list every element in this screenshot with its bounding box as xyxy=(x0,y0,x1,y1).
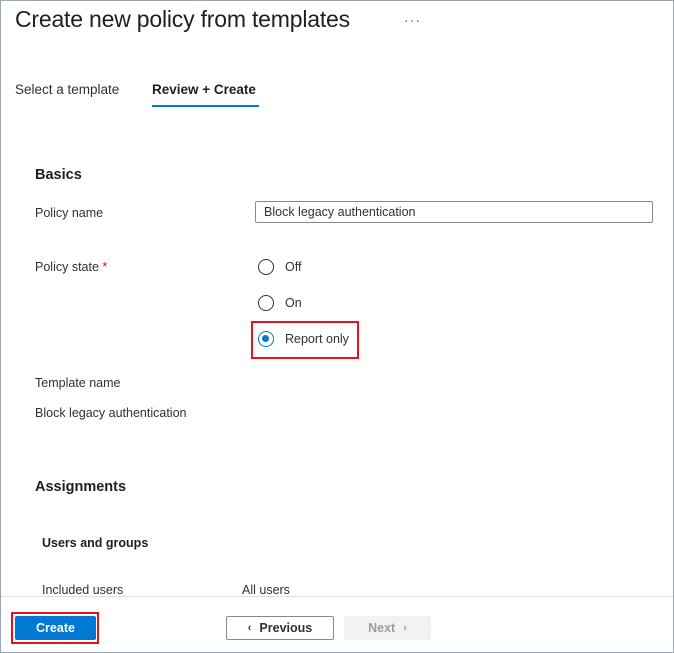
policy-name-label: Policy name xyxy=(35,206,104,220)
policy-state-label-text: Policy state xyxy=(35,260,99,274)
report-only-highlight xyxy=(251,321,359,359)
radio-on-label: On xyxy=(285,296,302,310)
template-name-label: Template name xyxy=(35,376,121,390)
more-options-icon[interactable]: ··· xyxy=(404,12,421,28)
tab-review-create[interactable]: Review + Create xyxy=(152,82,256,97)
radio-off[interactable]: Off xyxy=(258,259,301,275)
template-name-value: Block legacy authentication xyxy=(35,406,187,420)
chevron-left-icon: ‹ xyxy=(247,622,252,634)
radio-on[interactable]: On xyxy=(258,295,302,311)
assignments-heading: Assignments xyxy=(35,479,127,495)
page-title: Create new policy from templates xyxy=(15,6,350,32)
tab-select-a-template[interactable]: Select a template xyxy=(15,82,119,97)
policy-state-label: Policy state * xyxy=(35,260,107,274)
next-button-label: Next xyxy=(368,621,396,635)
radio-off-circle[interactable] xyxy=(258,259,274,275)
basics-heading: Basics xyxy=(35,167,82,183)
active-tab-indicator xyxy=(152,105,259,107)
required-asterisk: * xyxy=(102,260,108,274)
footer-divider xyxy=(1,596,673,597)
radio-off-label: Off xyxy=(285,260,302,274)
previous-button[interactable]: ‹ Previous xyxy=(226,616,334,640)
chevron-right-icon: › xyxy=(403,622,407,634)
included-users-value: All users xyxy=(242,583,290,597)
users-and-groups-heading: Users and groups xyxy=(42,536,149,550)
radio-on-circle[interactable] xyxy=(258,295,274,311)
previous-button-label: Previous xyxy=(259,621,313,635)
next-button[interactable]: Next › xyxy=(344,616,431,640)
create-highlight xyxy=(11,612,99,644)
policy-name-input[interactable] xyxy=(255,201,653,223)
included-users-label: Included users xyxy=(42,583,124,597)
